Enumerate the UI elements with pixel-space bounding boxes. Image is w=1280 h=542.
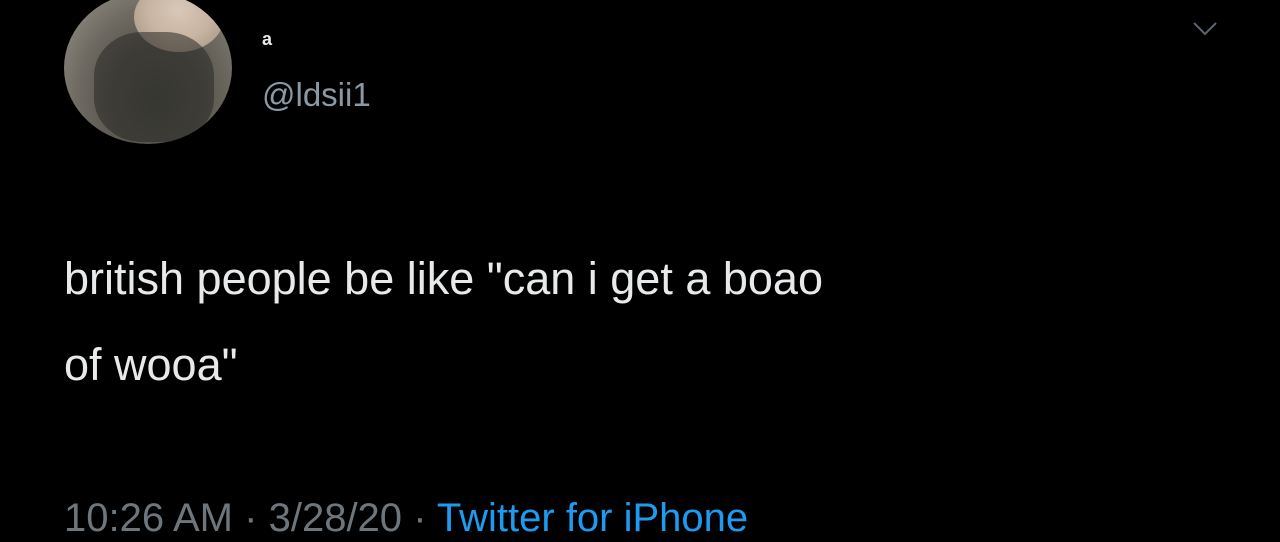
author-display-name[interactable]: a — [262, 30, 272, 48]
chevron-down-icon[interactable] — [1190, 16, 1220, 40]
tweet-meta: 10:26 AM · 3/28/20 · Twitter for iPhone — [64, 494, 748, 542]
tweet-text: british people be like "can i get a boao… — [64, 236, 1244, 408]
tweet-source-link[interactable]: Twitter for iPhone — [437, 496, 748, 540]
tweet-date[interactable]: 3/28/20 — [269, 496, 402, 540]
tweet-text-line-2: of wooa" — [64, 339, 238, 390]
meta-separator: · — [413, 496, 427, 540]
tweet: a @ldsii1 british people be like "can i … — [0, 0, 1280, 542]
tweet-text-line-1: british people be like "can i get a boao — [64, 253, 823, 304]
author-handle[interactable]: @ldsii1 — [262, 78, 371, 111]
tweet-time[interactable]: 10:26 AM — [64, 496, 233, 540]
meta-separator: · — [244, 496, 258, 540]
avatar[interactable] — [64, 0, 232, 144]
avatar-image-shadow — [94, 32, 214, 142]
